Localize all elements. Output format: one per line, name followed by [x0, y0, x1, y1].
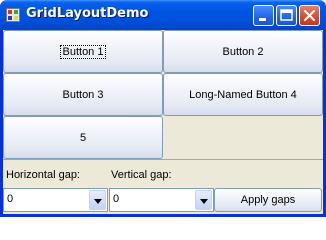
maximize-icon [280, 9, 293, 21]
grid-button-5[interactable]: 5 [3, 116, 163, 159]
grid-button-2[interactable]: Button 2 [163, 30, 323, 73]
chevron-down-icon[interactable] [195, 190, 212, 210]
horizontal-gap-value: 0 [7, 193, 14, 205]
vertical-gap-label: Vertical gap: [111, 169, 172, 181]
grid-button-2-label: Button 2 [222, 45, 264, 58]
minimize-icon [259, 18, 266, 21]
close-button[interactable] [299, 5, 320, 26]
grid-button-1-label: Button 1 [59, 44, 107, 59]
grid-button-3-label: Button 3 [62, 88, 104, 101]
grid-button-4[interactable]: Long-Named Button 4 [163, 73, 323, 116]
grid-button-4-label: Long-Named Button 4 [189, 88, 297, 101]
vertical-gap-combo[interactable]: 0 [109, 188, 214, 212]
title-bar[interactable]: GridLayoutDemo [0, 0, 326, 30]
window-border [0, 214, 326, 217]
grid-button-5-label: 5 [79, 131, 87, 144]
grid-button-3[interactable]: Button 3 [3, 73, 163, 116]
apply-gaps-label: Apply gaps [240, 194, 296, 206]
java-app-icon[interactable] [6, 8, 20, 22]
horizontal-gap-label: Horizontal gap: [6, 169, 80, 181]
chevron-down-icon[interactable] [89, 190, 106, 210]
separator [3, 159, 323, 160]
minimize-button[interactable] [253, 5, 274, 26]
window-title: GridLayoutDemo [26, 6, 149, 21]
maximize-button[interactable] [276, 5, 297, 26]
grid-button-1[interactable]: Button 1 [3, 30, 163, 73]
horizontal-gap-combo[interactable]: 0 [3, 188, 108, 212]
content-pane: Button 1 Button 2 Button 3 Long-Named Bu… [3, 30, 323, 214]
close-icon [303, 9, 316, 22]
vertical-gap-value: 0 [113, 193, 120, 205]
window: GridLayoutDemo Button 1 Button 2 Button … [0, 0, 326, 217]
apply-gaps-button[interactable]: Apply gaps [214, 188, 322, 212]
